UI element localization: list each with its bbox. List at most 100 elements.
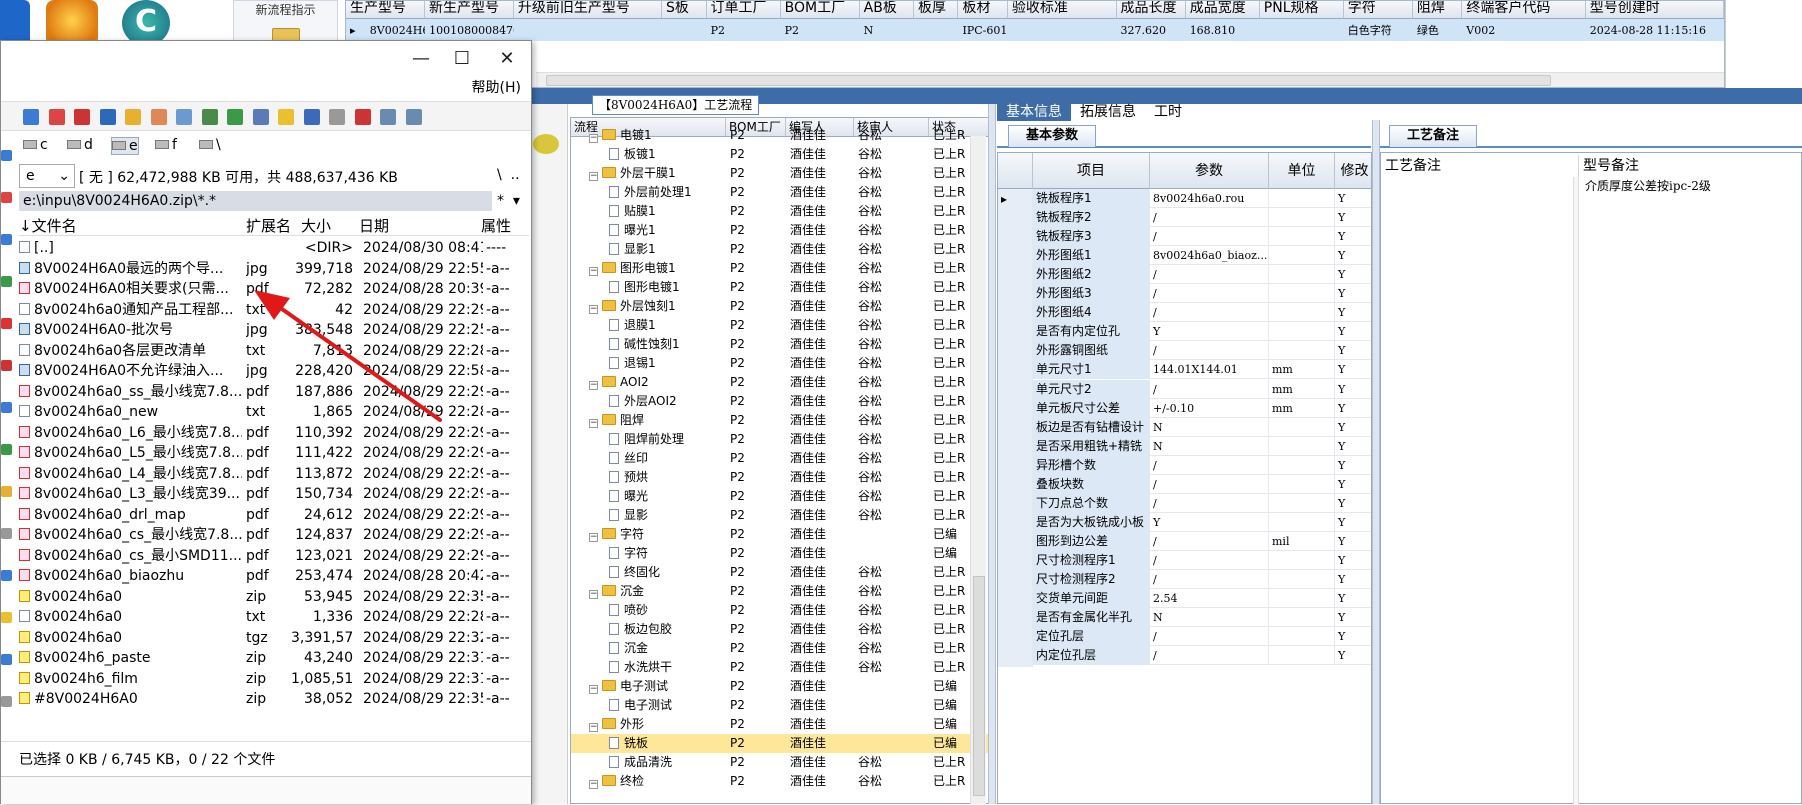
toolbar-button-icon[interactable]: [252, 109, 269, 125]
param-mod[interactable]: Y: [1335, 399, 1371, 418]
param-value[interactable]: /: [1150, 570, 1269, 589]
side-shortcut-icon[interactable]: [1, 360, 12, 371]
order-grid-col[interactable]: 验收标准: [1008, 1, 1117, 18]
param-mod[interactable]: Y: [1335, 246, 1371, 265]
toolbar-button-icon[interactable]: [201, 109, 218, 125]
col-attributes[interactable]: 属性: [481, 216, 511, 236]
param-value[interactable]: 2.54: [1150, 589, 1269, 609]
param-row[interactable]: 是否有金属化半孔 N Y: [998, 608, 1371, 630]
param-unit[interactable]: [1269, 227, 1335, 247]
process-tree-row[interactable]: − 沉金 P2 酒佳佳 谷松 已上R: [571, 582, 989, 601]
process-tree-row[interactable]: 喷砂 P2 酒佳佳 谷松 已上R: [571, 601, 989, 620]
order-grid-col[interactable]: 生产型号: [346, 1, 426, 18]
collapse-toggle-icon[interactable]: −: [589, 590, 598, 599]
process-tree-row[interactable]: − 外层蚀刻1 P2 酒佳佳 谷松 已上R: [571, 297, 989, 316]
order-grid-col[interactable]: 字符: [1344, 1, 1413, 18]
collapse-toggle-icon[interactable]: −: [589, 172, 598, 181]
file-row[interactable]: 8v0024h6_paste zip 43,240 2024/08/29 22:31-…: [19, 648, 529, 669]
param-unit[interactable]: [1269, 417, 1335, 437]
param-mod[interactable]: Y: [1335, 227, 1371, 246]
order-grid-col[interactable]: PNL规格: [1260, 1, 1344, 18]
tab-basic-params[interactable]: 基本参数: [1008, 125, 1096, 147]
toolbar-button-icon[interactable]: [278, 109, 294, 125]
process-tree-row[interactable]: − 图形电镀1 P2 酒佳佳 谷松 已上R: [571, 259, 989, 278]
param-unit[interactable]: [1269, 589, 1335, 609]
param-mod[interactable]: Y: [1335, 341, 1371, 360]
side-shortcut-icon[interactable]: [1, 654, 12, 665]
param-value[interactable]: 144.01X144.01: [1150, 360, 1269, 380]
side-shortcut-icon[interactable]: [1, 192, 12, 203]
order-grid-col[interactable]: 新生产型号: [425, 1, 514, 18]
order-grid-col[interactable]: S板: [662, 1, 707, 18]
drive-button-4[interactable]: \: [199, 137, 221, 153]
collapse-toggle-icon[interactable]: −: [589, 305, 598, 314]
param-mod[interactable]: Y: [1335, 494, 1371, 513]
param-unit[interactable]: [1269, 608, 1335, 628]
process-tree-row[interactable]: 终固化 P2 酒佳佳 谷松 已上R: [571, 563, 989, 582]
param-row[interactable]: 单元尺寸1 144.01X144.01 mm Y: [998, 360, 1371, 382]
drive-button-3[interactable]: f: [155, 137, 177, 153]
process-tree-row[interactable]: 沉金 P2 酒佳佳 谷松 已上R: [571, 639, 989, 658]
process-tree-row[interactable]: 退膜1 P2 酒佳佳 谷松 已上R: [571, 316, 989, 335]
minimize-icon[interactable]: —: [401, 46, 441, 72]
param-value[interactable]: Y: [1150, 512, 1269, 532]
collapse-toggle-icon[interactable]: −: [589, 723, 598, 732]
order-grid-col[interactable]: AB板: [860, 1, 914, 18]
param-mod[interactable]: Y: [1335, 513, 1371, 532]
collapse-toggle-icon[interactable]: −: [589, 134, 598, 143]
param-value[interactable]: /: [1150, 265, 1269, 285]
param-value[interactable]: N: [1150, 608, 1269, 628]
process-tree-row[interactable]: 板边包胶 P2 酒佳佳 谷松 已上R: [571, 620, 989, 639]
toolbar-button-icon[interactable]: [329, 109, 345, 125]
param-unit[interactable]: [1269, 436, 1335, 456]
param-row[interactable]: 尺寸检测程序2/ Y: [998, 570, 1371, 591]
param-mod[interactable]: Y: [1335, 456, 1371, 475]
toolbar-button-icon[interactable]: [74, 109, 90, 125]
process-tree-row[interactable]: − 终检 P2 酒佳佳 谷松 已上R: [571, 772, 989, 791]
param-row[interactable]: 异形槽个数 / Y: [998, 455, 1371, 477]
param-value[interactable]: N: [1150, 417, 1269, 437]
drive-button-2[interactable]: e: [111, 137, 139, 155]
param-value[interactable]: /: [1150, 493, 1269, 513]
tab-work-hours[interactable]: 工时: [1145, 97, 1191, 121]
tab-extended-info[interactable]: 拓展信息: [1071, 97, 1145, 121]
file-row[interactable]: 8v0024h6a0_L5_最小线宽7.8... pdf 111,422 2024/0…: [19, 443, 529, 464]
param-row[interactable]: 是否采用粗铣+精铣 N Y: [998, 436, 1371, 458]
filter-dropdown[interactable]: * ▾: [497, 193, 520, 209]
param-unit[interactable]: mil: [1269, 531, 1335, 551]
param-row[interactable]: 外形图纸3/ Y: [998, 284, 1371, 306]
order-grid-col[interactable]: 成品宽度: [1186, 1, 1260, 18]
param-row[interactable]: 下刀点总个数 / Y: [998, 493, 1371, 515]
tab-basic-info[interactable]: 基本信息: [997, 97, 1071, 121]
param-unit[interactable]: [1269, 303, 1335, 323]
param-row[interactable]: 外形图纸2/ Y: [998, 265, 1371, 287]
file-row[interactable]: 8v0024h6a0 zip 53,945 2024/08/29 22:35 -a--: [19, 587, 529, 608]
col-extension[interactable]: 扩展名: [246, 216, 291, 236]
param-mod[interactable]: Y: [1335, 360, 1371, 379]
process-tree-row[interactable]: 显影 P2 酒佳佳 谷松 已上R: [571, 506, 989, 525]
param-unit[interactable]: [1269, 493, 1335, 513]
toolbar-button-icon[interactable]: [125, 109, 141, 125]
param-value[interactable]: /: [1150, 627, 1269, 647]
param-row[interactable]: 内定位孔层 / Y: [998, 646, 1371, 668]
param-value[interactable]: /: [1150, 455, 1269, 475]
param-unit[interactable]: [1269, 512, 1335, 532]
side-shortcut-icon[interactable]: [1, 612, 12, 623]
param-mod[interactable]: Y: [1335, 189, 1371, 208]
splitter-handle[interactable]: [988, 104, 996, 804]
param-mod[interactable]: Y: [1335, 418, 1371, 437]
order-grid-col[interactable]: 板材: [958, 1, 1008, 18]
process-tree-row[interactable]: 成品清洗 P2 酒佳佳 谷松 已上R: [571, 753, 989, 772]
side-shortcut-icon[interactable]: [1, 318, 12, 329]
param-mod[interactable]: Y: [1335, 475, 1371, 494]
param-value[interactable]: /: [1150, 208, 1269, 228]
order-grid-col[interactable]: 板厚: [914, 1, 959, 18]
drive-button-1[interactable]: d: [67, 137, 93, 153]
param-mod[interactable]: Y: [1335, 322, 1371, 341]
param-row[interactable]: 板边是否有钻槽设计 N Y: [998, 417, 1371, 439]
param-unit[interactable]: [1269, 646, 1335, 666]
file-row[interactable]: #8V0024H6A0 zip 38,052 2024/08/29 22:35 -a--: [19, 689, 529, 710]
param-mod[interactable]: Y: [1335, 608, 1371, 627]
side-shortcut-icon[interactable]: [1, 444, 12, 455]
param-mod[interactable]: Y: [1335, 570, 1371, 589]
